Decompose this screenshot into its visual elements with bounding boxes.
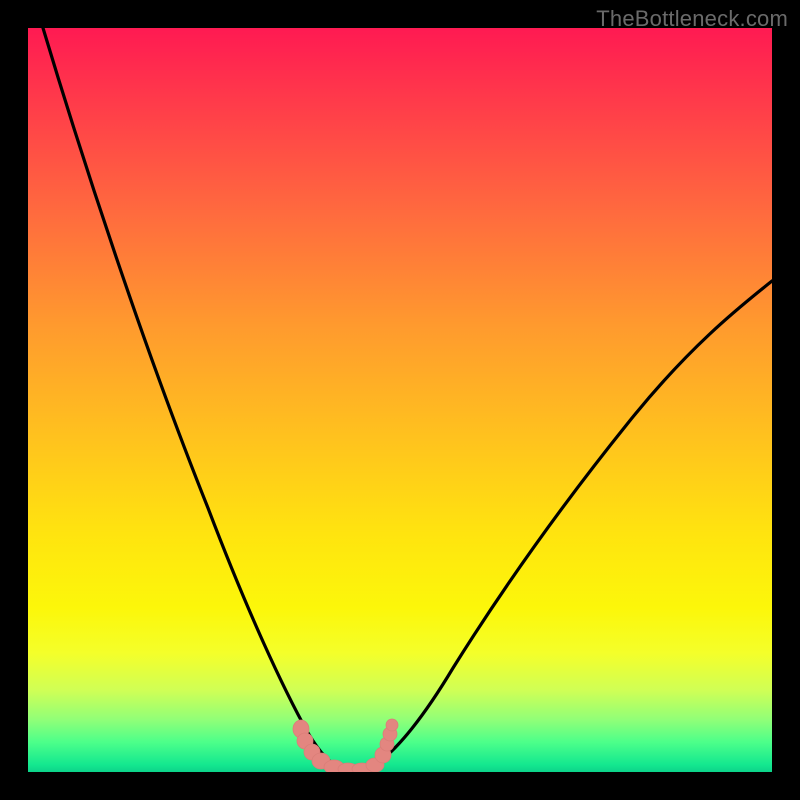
plot-area <box>28 28 772 772</box>
watermark-text: TheBottleneck.com <box>596 6 788 32</box>
chart-frame: TheBottleneck.com <box>0 0 800 800</box>
left-curve <box>43 28 356 770</box>
right-curve <box>356 281 772 770</box>
chart-svg <box>28 28 772 772</box>
floor-markers <box>293 719 398 772</box>
